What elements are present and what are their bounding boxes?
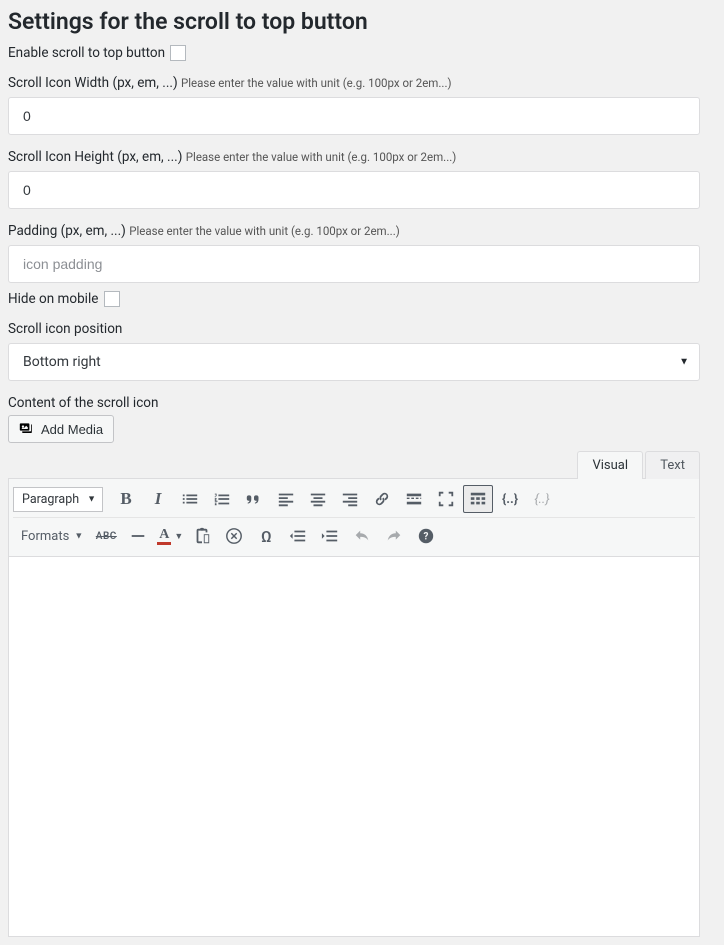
paragraph-select[interactable]: Paragraph ▼ xyxy=(13,487,103,512)
width-hint: Please enter the value with unit (e.g. 1… xyxy=(181,76,452,90)
width-label: Scroll Icon Width (px, em, ...) xyxy=(8,75,178,91)
svg-text:?: ? xyxy=(424,532,429,543)
padding-label: Padding (px, em, ...) xyxy=(8,223,126,239)
padding-input[interactable] xyxy=(8,245,700,283)
position-select[interactable]: Bottom right ▼ xyxy=(8,343,700,381)
indent-button[interactable] xyxy=(315,522,345,550)
media-icon xyxy=(19,421,35,437)
help-button[interactable]: ? xyxy=(411,522,441,550)
bold-button[interactable]: B xyxy=(111,485,141,513)
chevron-down-icon: ▼ xyxy=(679,357,689,368)
tab-visual[interactable]: Visual xyxy=(577,451,643,479)
widget-button[interactable]: {..} xyxy=(527,485,557,513)
clear-format-button[interactable] xyxy=(219,522,249,550)
link-button[interactable] xyxy=(367,485,397,513)
page-title: Settings for the scroll to top button xyxy=(8,8,716,35)
undo-button[interactable] xyxy=(347,522,377,550)
align-right-button[interactable] xyxy=(335,485,365,513)
position-value: Bottom right xyxy=(23,354,101,370)
add-media-label: Add Media xyxy=(41,422,103,437)
special-char-button[interactable]: Ω xyxy=(251,522,281,550)
align-left-button[interactable] xyxy=(271,485,301,513)
height-hint: Please enter the value with unit (e.g. 1… xyxy=(186,150,457,164)
height-input[interactable] xyxy=(8,171,700,209)
readmore-button[interactable] xyxy=(399,485,429,513)
editor-toolbar: Paragraph ▼ B I {..} {..} Formats ▼ ABC xyxy=(8,478,700,557)
text-color-icon: A xyxy=(157,528,171,545)
bullet-list-button[interactable] xyxy=(175,485,205,513)
content-label: Content of the scroll icon xyxy=(8,395,716,411)
redo-button[interactable] xyxy=(379,522,409,550)
blockquote-button[interactable] xyxy=(239,485,269,513)
hr-button[interactable] xyxy=(123,522,153,550)
number-list-button[interactable] xyxy=(207,485,237,513)
italic-button[interactable]: I xyxy=(143,485,173,513)
padding-hint: Please enter the value with unit (e.g. 1… xyxy=(129,224,400,238)
height-label: Scroll Icon Height (px, em, ...) xyxy=(8,149,182,165)
tab-text[interactable]: Text xyxy=(645,451,700,479)
align-center-button[interactable] xyxy=(303,485,333,513)
hide-mobile-checkbox[interactable] xyxy=(104,291,120,307)
rich-editor: Visual Text Paragraph ▼ B I {..} {..} xyxy=(8,451,700,937)
text-color-button[interactable]: A ▼ xyxy=(155,522,185,550)
formats-select[interactable]: Formats ▼ xyxy=(13,525,87,548)
paste-text-button[interactable] xyxy=(187,522,217,550)
chevron-down-icon: ▼ xyxy=(174,531,183,542)
hide-mobile-label: Hide on mobile xyxy=(8,291,98,307)
outdent-button[interactable] xyxy=(283,522,313,550)
chevron-down-icon: ▼ xyxy=(87,494,96,505)
chevron-down-icon: ▼ xyxy=(74,531,83,542)
editor-content[interactable] xyxy=(8,557,700,937)
enable-label: Enable scroll to top button xyxy=(8,45,165,61)
toolbar-toggle-button[interactable] xyxy=(463,485,493,513)
add-media-button[interactable]: Add Media xyxy=(8,415,114,443)
fullscreen-button[interactable] xyxy=(431,485,461,513)
shortcode-button[interactable]: {..} xyxy=(495,485,525,513)
width-input[interactable] xyxy=(8,97,700,135)
strikethrough-button[interactable]: ABC xyxy=(91,522,121,550)
position-label: Scroll icon position xyxy=(8,321,122,337)
enable-checkbox[interactable] xyxy=(170,45,186,61)
